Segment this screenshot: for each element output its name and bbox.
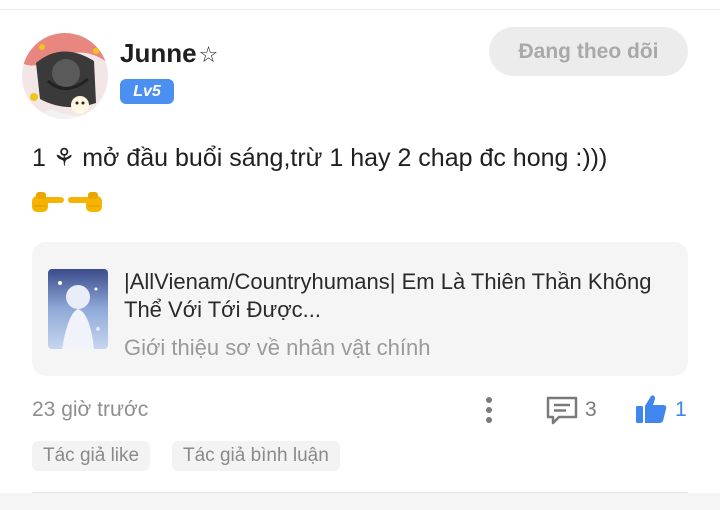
bottom-separator	[0, 493, 720, 510]
thumbs-up-icon[interactable]	[634, 393, 668, 425]
emoji-row	[30, 186, 106, 216]
timestamp: 23 giờ trước	[32, 398, 149, 421]
post-text: 1 ⚘ mở đầu buổi sáng,trừ 1 hay 2 chap đc…	[32, 144, 608, 172]
star-icon: ☆	[198, 43, 219, 68]
comment-icon[interactable]	[545, 395, 579, 425]
pointing-hands-emoji-icon	[32, 192, 102, 212]
comment-count: 3	[585, 398, 597, 421]
level-badge: Lv5	[120, 79, 174, 104]
story-description: Giới thiệu sơ về nhân vật chính	[124, 335, 431, 360]
more-vertical-icon[interactable]	[480, 395, 498, 425]
story-title[interactable]: |AllVienam/Countryhumans| Em Là Thiên Th…	[124, 268, 664, 324]
tag-author-commented: Tác giả bình luận	[172, 441, 340, 471]
username-text[interactable]: Junne	[120, 38, 197, 68]
story-cover-image	[48, 269, 108, 349]
like-count: 1	[675, 398, 687, 421]
avatar[interactable]	[22, 33, 108, 119]
top-divider	[0, 9, 720, 10]
linked-story-card[interactable]: |AllVienam/Countryhumans| Em Là Thiên Th…	[32, 242, 688, 376]
tag-author-liked: Tác giả like	[32, 441, 151, 471]
username[interactable]: Junne☆	[120, 38, 218, 69]
following-button[interactable]: Đang theo dõi	[489, 27, 688, 76]
